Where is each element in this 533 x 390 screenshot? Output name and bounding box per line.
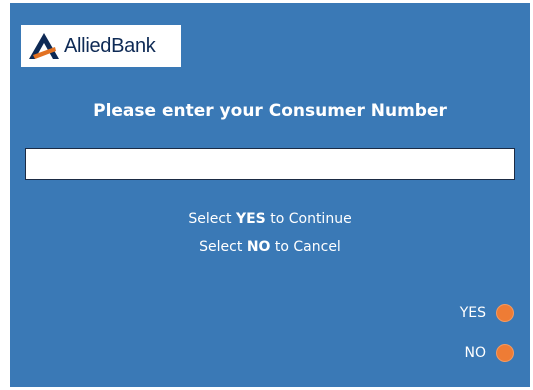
instruction-continue: Select YES to Continue [10, 205, 530, 233]
instruction-keyword-no: NO [246, 239, 271, 255]
instruction-text: to Cancel [274, 239, 341, 255]
instruction-text: to Continue [270, 211, 352, 227]
instruction-cancel: Select NO to Cancel [10, 233, 530, 261]
yes-indicator-icon[interactable] [496, 304, 514, 322]
no-indicator-icon[interactable] [496, 344, 514, 362]
page-prompt: Please enter your Consumer Number [93, 101, 447, 121]
allied-bank-logo: AlliedBank [21, 25, 181, 67]
atm-screen: AlliedBank Please enter your Consumer Nu… [10, 3, 530, 387]
allied-bank-logo-mark-icon [29, 33, 59, 59]
instruction-text: Select [188, 211, 232, 227]
no-button[interactable]: NO [464, 344, 514, 362]
consumer-number-input[interactable] [25, 148, 515, 180]
instructions: Select YES to Continue Select NO to Canc… [10, 205, 530, 261]
no-label: NO [464, 345, 487, 361]
yes-label: YES [459, 305, 486, 321]
brand-name: AlliedBank [64, 34, 156, 57]
yes-button[interactable]: YES [460, 304, 514, 322]
instruction-text: Select [199, 239, 243, 255]
instruction-keyword-yes: YES [235, 211, 266, 227]
